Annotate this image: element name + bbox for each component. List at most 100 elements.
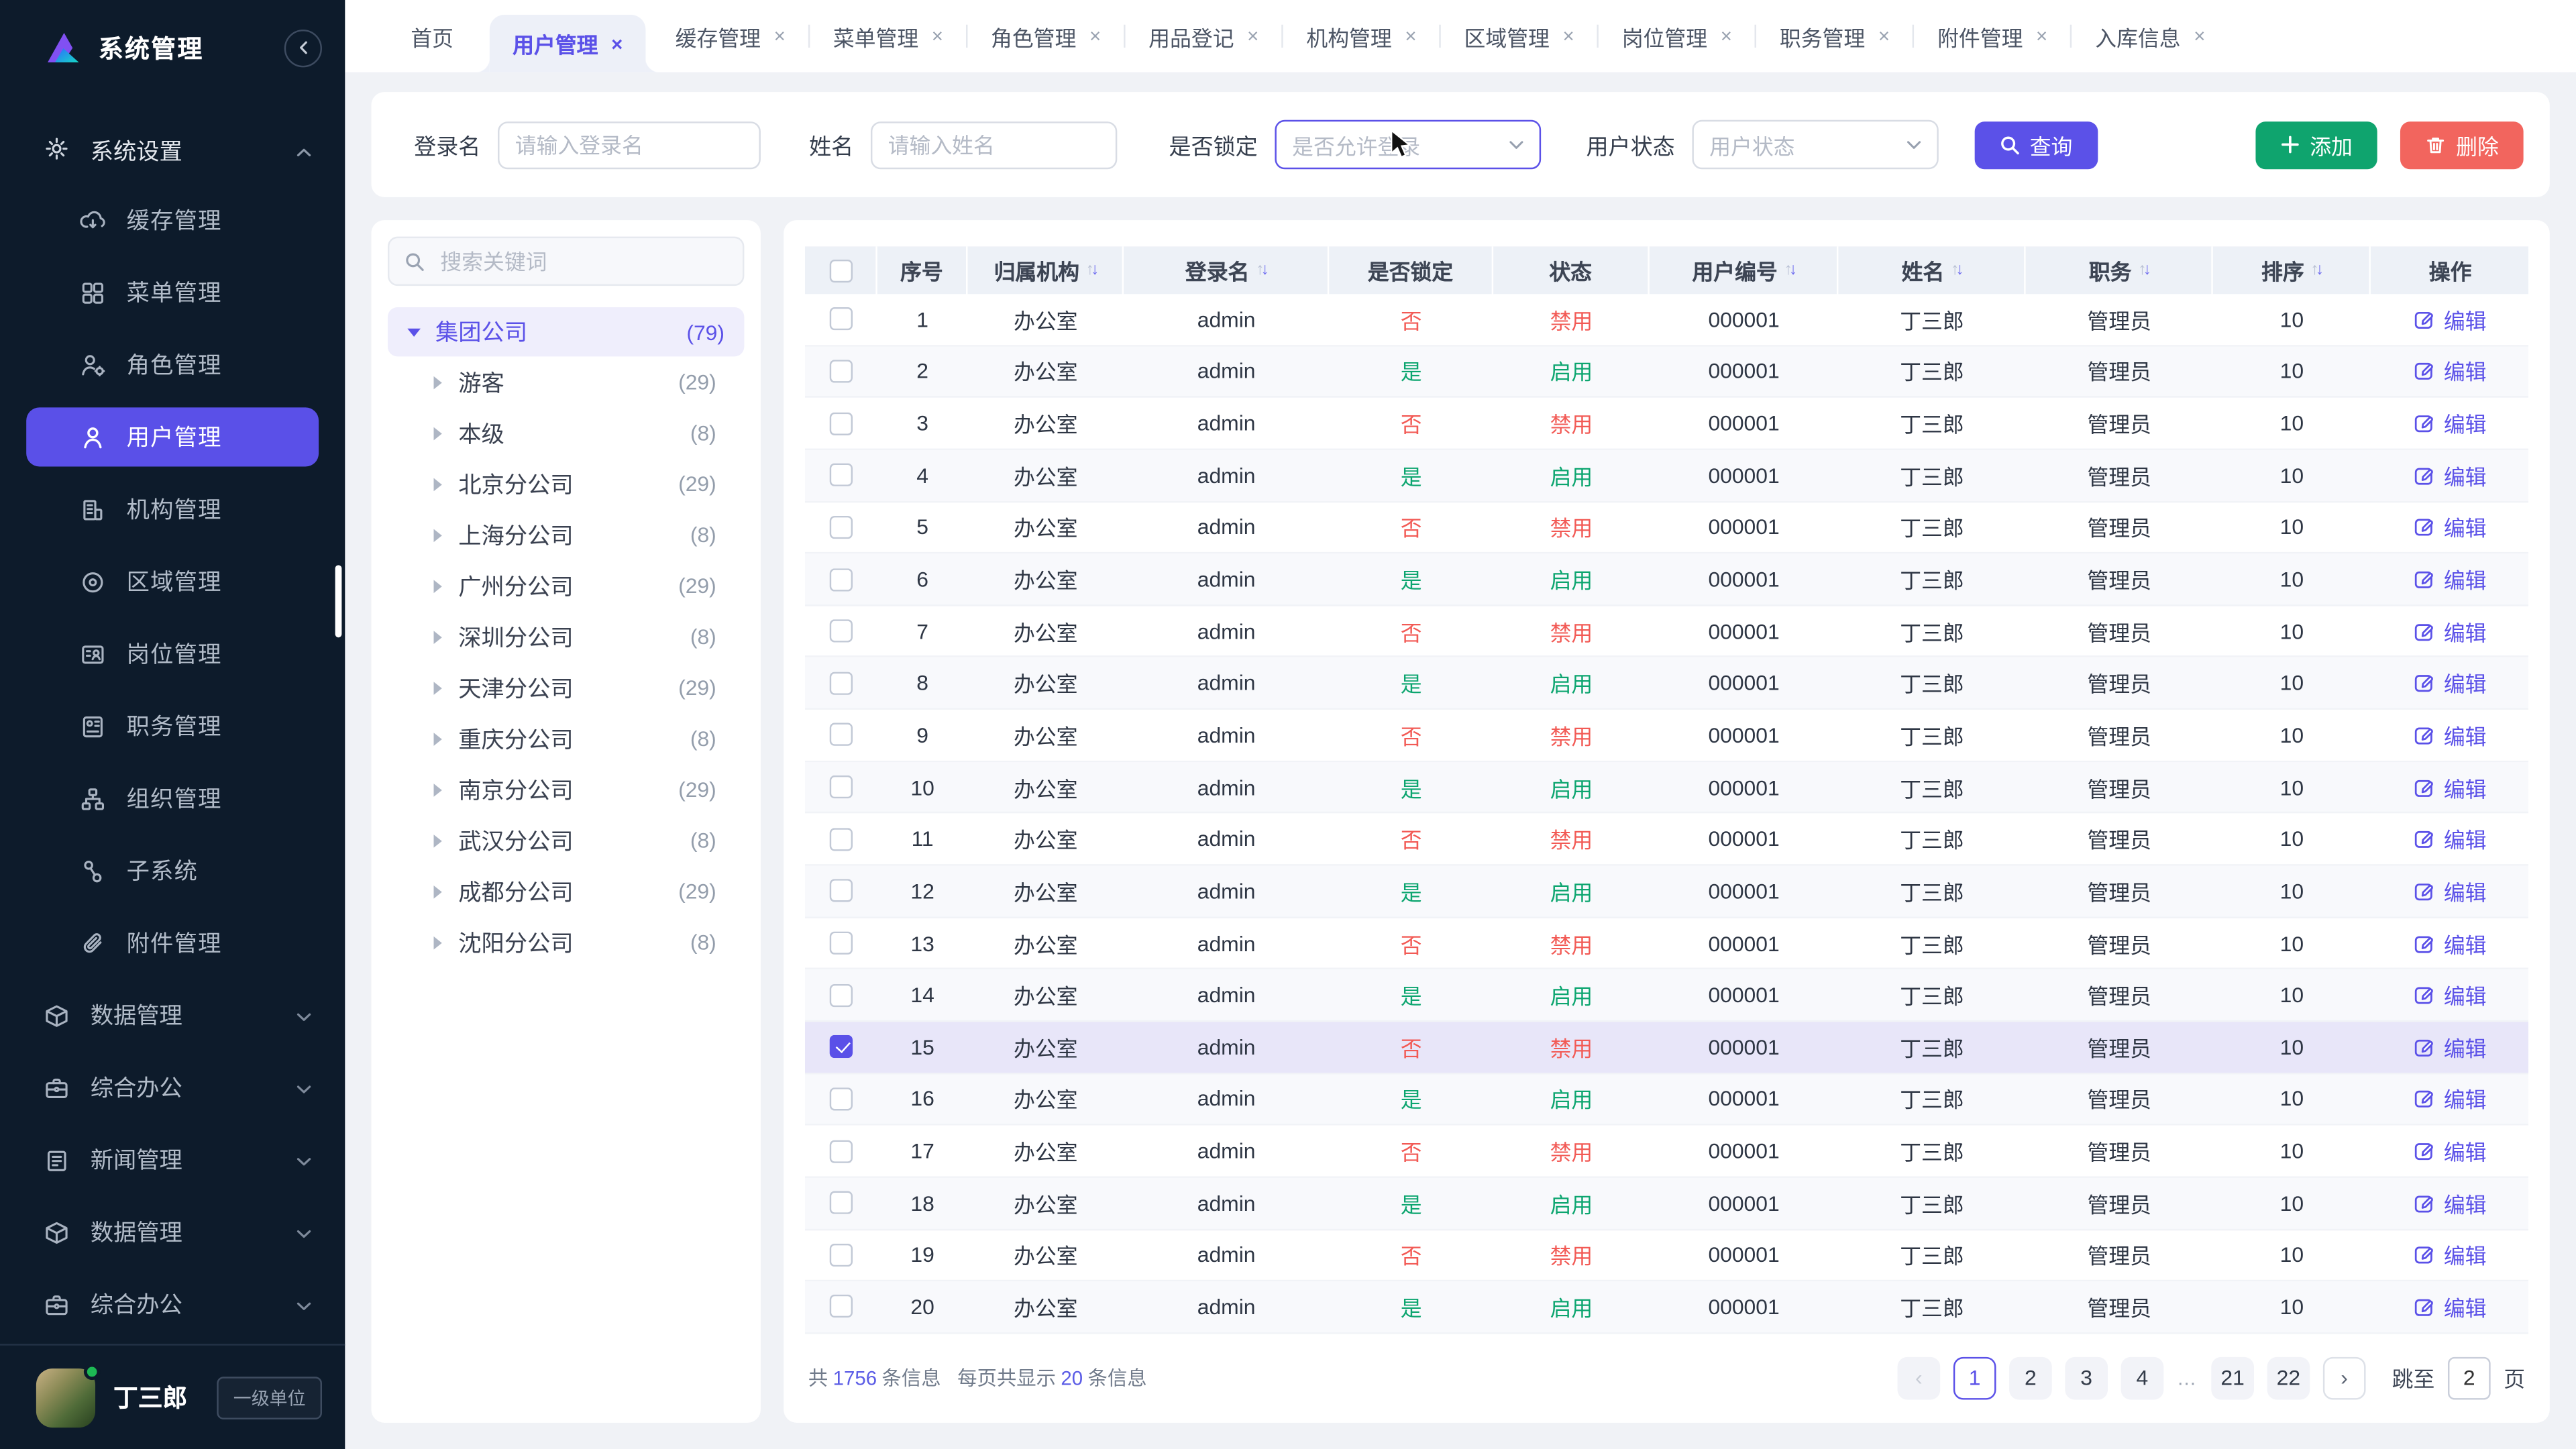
- tree-node[interactable]: 武汉分公司 (8): [388, 815, 744, 866]
- tree-node[interactable]: 广州分公司 (29): [388, 560, 744, 611]
- sidebar-group-news[interactable]: 新闻管理: [0, 1124, 345, 1196]
- tree-node[interactable]: 成都分公司 (29): [388, 866, 744, 917]
- tree-node[interactable]: 深圳分公司 (8): [388, 611, 744, 662]
- tree-node-root[interactable]: 集团公司 (79): [388, 307, 744, 356]
- close-icon[interactable]: ×: [774, 26, 786, 46]
- row-checkbox[interactable]: [830, 1140, 853, 1163]
- column-header[interactable]: 归属机构↑↓: [967, 246, 1124, 294]
- row-checkbox[interactable]: [830, 1243, 853, 1266]
- close-icon[interactable]: ×: [932, 26, 943, 46]
- tree-node[interactable]: 游客 (29): [388, 356, 744, 407]
- close-icon[interactable]: ×: [1089, 26, 1101, 46]
- close-icon[interactable]: ×: [611, 34, 623, 53]
- page-button[interactable]: 3: [2065, 1357, 2108, 1400]
- name-input[interactable]: [870, 121, 1116, 168]
- sidebar-collapse-button[interactable]: [284, 29, 322, 66]
- edit-link[interactable]: 编辑: [2414, 823, 2487, 855]
- edit-link[interactable]: 编辑: [2414, 356, 2487, 387]
- search-button[interactable]: 查询: [1974, 121, 2097, 168]
- tab-supplies-register[interactable]: 用品登记 ×: [1126, 0, 1282, 72]
- sidebar-group-office-2[interactable]: 综合办公: [0, 1269, 345, 1341]
- row-checkbox[interactable]: [830, 464, 853, 486]
- edit-link[interactable]: 编辑: [2414, 1135, 2487, 1167]
- select-all-checkbox[interactable]: [829, 259, 852, 282]
- sort-icon[interactable]: ↑↓: [1784, 261, 1794, 279]
- tree-node[interactable]: 沈阳分公司 (8): [388, 917, 744, 968]
- close-icon[interactable]: ×: [1247, 26, 1258, 46]
- row-checkbox[interactable]: [830, 568, 853, 590]
- sidebar-group-system-settings[interactable]: 系统设置: [0, 118, 345, 184]
- row-checkbox[interactable]: [830, 1295, 853, 1318]
- tab-org-mgmt[interactable]: 机构管理 ×: [1283, 0, 1440, 72]
- column-header[interactable]: 用户编号↑↓: [1650, 246, 1839, 294]
- next-page-button[interactable]: ›: [2323, 1357, 2366, 1400]
- edit-link[interactable]: 编辑: [2414, 460, 2487, 491]
- lock-select[interactable]: 是否允许登录: [1274, 120, 1540, 169]
- edit-link[interactable]: 编辑: [2414, 771, 2487, 803]
- jump-page-input[interactable]: [2448, 1357, 2491, 1400]
- sidebar-item-organization[interactable]: 组织管理: [0, 762, 345, 835]
- row-checkbox[interactable]: [830, 620, 853, 643]
- tab-cache-mgmt[interactable]: 缓存管理 ×: [652, 0, 808, 72]
- close-icon[interactable]: ×: [2036, 26, 2047, 46]
- sidebar-item-role[interactable]: 角色管理: [0, 329, 345, 401]
- close-icon[interactable]: ×: [1721, 26, 1732, 46]
- edit-link[interactable]: 编辑: [2414, 512, 2487, 543]
- sidebar-item-post[interactable]: 岗位管理: [0, 618, 345, 690]
- sort-icon[interactable]: ↑↓: [2138, 261, 2148, 279]
- row-checkbox[interactable]: [830, 1036, 853, 1059]
- edit-link[interactable]: 编辑: [2414, 1291, 2487, 1323]
- sidebar-group-office[interactable]: 综合办公: [0, 1051, 345, 1124]
- row-checkbox[interactable]: [830, 983, 853, 1006]
- edit-link[interactable]: 编辑: [2414, 1031, 2487, 1063]
- tab-home[interactable]: 首页: [381, 0, 483, 72]
- sort-icon[interactable]: ↑↓: [1951, 261, 1961, 279]
- login-name-input[interactable]: [497, 121, 760, 168]
- page-button[interactable]: 22: [2267, 1357, 2310, 1400]
- tab-inbound-info[interactable]: 入库信息 ×: [2072, 0, 2229, 72]
- page-button[interactable]: 21: [2211, 1357, 2254, 1400]
- avatar[interactable]: [36, 1368, 95, 1427]
- sidebar-item-attachment[interactable]: 附件管理: [0, 907, 345, 979]
- sidebar-item-org[interactable]: 机构管理: [0, 473, 345, 545]
- tree-search-input[interactable]: [437, 248, 727, 276]
- column-header[interactable]: 姓名↑↓: [1838, 246, 2025, 294]
- close-icon[interactable]: ×: [1563, 26, 1574, 46]
- row-checkbox[interactable]: [830, 879, 853, 902]
- row-checkbox[interactable]: [830, 828, 853, 851]
- column-header[interactable]: 排序↑↓: [2213, 246, 2371, 294]
- edit-link[interactable]: 编辑: [2414, 875, 2487, 907]
- column-header[interactable]: 职务↑↓: [2026, 246, 2213, 294]
- row-checkbox[interactable]: [830, 412, 853, 435]
- edit-link[interactable]: 编辑: [2414, 667, 2487, 699]
- tree-node[interactable]: 本级 (8): [388, 407, 744, 458]
- add-button[interactable]: 添加: [2255, 121, 2377, 168]
- row-checkbox[interactable]: [830, 775, 853, 798]
- edit-link[interactable]: 编辑: [2414, 1187, 2487, 1219]
- sort-icon[interactable]: ↑↓: [1256, 261, 1266, 279]
- row-checkbox[interactable]: [830, 308, 853, 331]
- tree-node[interactable]: 北京分公司 (29): [388, 458, 744, 509]
- sidebar-item-user[interactable]: 用户管理: [26, 407, 319, 466]
- row-checkbox[interactable]: [830, 1191, 853, 1214]
- sort-icon[interactable]: ↑↓: [1086, 261, 1096, 279]
- row-checkbox[interactable]: [830, 672, 853, 694]
- edit-link[interactable]: 编辑: [2414, 1239, 2487, 1271]
- sidebar-item-menu[interactable]: 菜单管理: [0, 256, 345, 329]
- status-select[interactable]: 用户状态: [1691, 120, 1937, 169]
- tab-duty-mgmt[interactable]: 职务管理 ×: [1757, 0, 1913, 72]
- tab-user-mgmt[interactable]: 用户管理 ×: [490, 15, 646, 72]
- delete-button[interactable]: 删除: [2400, 121, 2524, 168]
- edit-link[interactable]: 编辑: [2414, 1083, 2487, 1115]
- close-icon[interactable]: ×: [2194, 26, 2205, 46]
- edit-link[interactable]: 编辑: [2414, 616, 2487, 647]
- row-checkbox[interactable]: [830, 1087, 853, 1110]
- page-button[interactable]: 2: [2009, 1357, 2052, 1400]
- sidebar-item-cache[interactable]: 缓存管理: [0, 184, 345, 256]
- tab-role-mgmt[interactable]: 角色管理 ×: [968, 0, 1124, 72]
- tab-menu-mgmt[interactable]: 菜单管理 ×: [810, 0, 967, 72]
- page-button[interactable]: 4: [2121, 1357, 2164, 1400]
- column-header[interactable]: 登录名↑↓: [1124, 246, 1329, 294]
- sidebar-item-region[interactable]: 区域管理: [0, 545, 345, 618]
- tab-region-mgmt[interactable]: 区域管理 ×: [1441, 0, 1597, 72]
